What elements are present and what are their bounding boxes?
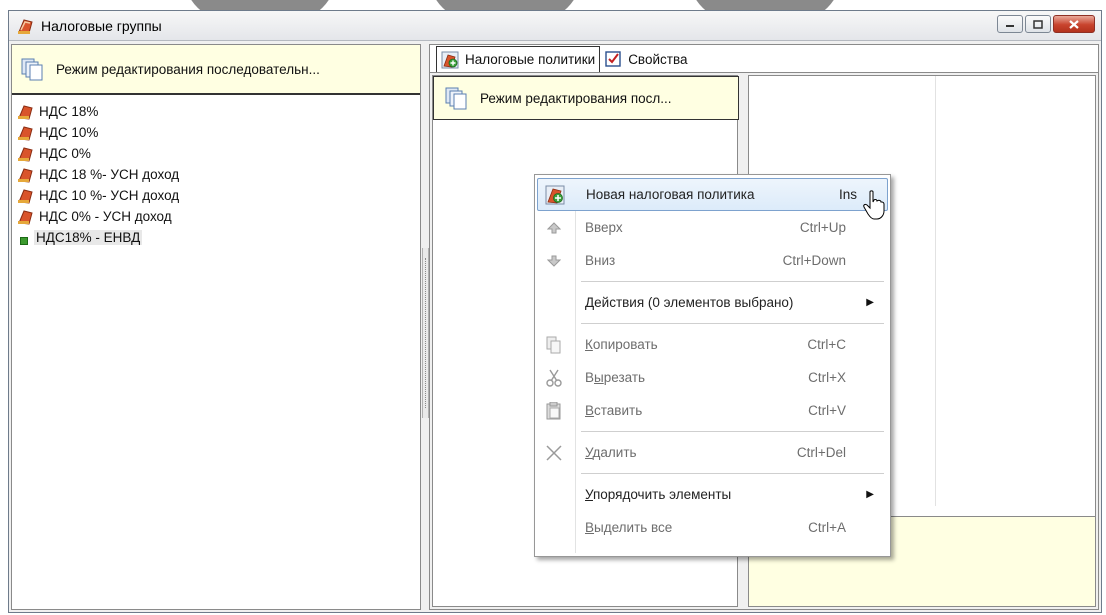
menu-item-actions[interactable]: Действия (0 элементов выбрано) ▶ [537, 286, 888, 319]
tree-item[interactable]: НДС 18% [18, 101, 420, 122]
groups-panel: Режим редактирования последовательн... Н… [11, 44, 421, 610]
sequence-edit-icon [445, 87, 467, 110]
menu-item-label: Вверх [585, 220, 623, 235]
tree-item-label: НДС 0% [39, 146, 91, 161]
submenu-arrow-icon: ▶ [866, 297, 874, 308]
menu-item-cut[interactable]: Вырезать Ctrl+X [537, 361, 888, 394]
menu-item-label: резать [603, 370, 646, 385]
tax-group-icon [18, 188, 33, 204]
tree-item-label: НДС18% - ЕНВД [34, 230, 143, 245]
menu-item-copy[interactable]: Копировать Ctrl+C [537, 328, 888, 361]
close-icon [1069, 19, 1079, 29]
menu-separator [581, 281, 884, 282]
menu-item-shortcut: Ctrl+Del [796, 445, 846, 460]
menu-item-accel: У [585, 445, 593, 460]
maximize-icon [1033, 19, 1043, 29]
menu-item-delete[interactable]: Удалить Ctrl+Del [537, 436, 888, 469]
menu-item-accel: В [585, 403, 595, 418]
menu-separator [581, 473, 884, 474]
tax-group-icon [18, 18, 33, 34]
tab-bar: Налоговые политики Свойства [429, 44, 1099, 72]
menu-item-shortcut: Ctrl+V [808, 403, 846, 418]
window-title: Налоговые группы [41, 17, 162, 34]
menu-item-move-up[interactable]: Вверх Ctrl+Up [537, 211, 888, 244]
context-menu: Новая налоговая политика Ins Вверх Ctrl+… [534, 174, 891, 557]
arrow-down-icon [547, 255, 561, 267]
copy-icon [546, 336, 561, 353]
menu-item-shortcut: Ctrl+Down [782, 253, 846, 268]
policies-edit-mode-header[interactable]: Режим редактирования посл... [433, 76, 739, 120]
submenu-arrow-icon: ▶ [866, 489, 874, 500]
menu-item-select-all[interactable]: Выделить все Ctrl+A [537, 511, 888, 544]
minimize-icon [1006, 25, 1014, 27]
edit-mode-header[interactable]: Режим редактирования последовательн... [12, 45, 420, 95]
menu-item-shortcut: Ctrl+Up [799, 220, 846, 235]
tree-item-label: НДС 18 %- УСН доход [39, 167, 180, 182]
sequence-edit-icon [21, 58, 43, 81]
menu-item-shortcut: Ctrl+X [808, 370, 846, 385]
arrow-up-icon [547, 221, 561, 233]
maximize-button[interactable] [1025, 15, 1051, 33]
menu-item-label: ставить [594, 403, 643, 418]
tax-group-icon [18, 104, 33, 120]
menu-separator [581, 431, 884, 432]
mouse-pointer-icon [863, 190, 885, 220]
menu-item-label: опировать [592, 337, 658, 352]
menu-item-sort-elements[interactable]: Упорядочить элементы ▶ [537, 478, 888, 511]
tree-item[interactable]: НДС 10% [18, 122, 420, 143]
menu-item-paste[interactable]: Вставить Ctrl+V [537, 394, 888, 427]
menu-item-label: ыделить все [594, 520, 673, 535]
tree-item-selected[interactable]: НДС18% - ЕНВД [18, 227, 420, 248]
tax-group-small-icon [20, 236, 28, 245]
menu-item-label-start: В [585, 370, 595, 385]
tree-item-label: НДС 10% [39, 125, 99, 140]
tab-properties[interactable]: Свойства [600, 46, 691, 72]
tree-item[interactable]: НДС 18 %- УСН доход [18, 164, 420, 185]
tax-group-icon [18, 209, 33, 225]
tree-item[interactable]: НДС 10 %- УСН доход [18, 185, 420, 206]
properties-icon [605, 51, 621, 67]
tax-group-icon [18, 167, 33, 183]
close-button[interactable] [1053, 15, 1095, 33]
tax-group-icon [18, 125, 33, 141]
menu-item-label: Действия (0 элементов выбрано) [585, 295, 794, 310]
menu-item-move-down[interactable]: Вниз Ctrl+Down [537, 244, 888, 277]
menu-separator [581, 323, 884, 324]
menu-item-label: порядочить элементы [592, 487, 732, 502]
paste-icon [546, 401, 561, 419]
panel-splitter[interactable] [422, 248, 429, 418]
edit-mode-header-label: Режим редактирования последовательн... [56, 61, 320, 77]
menu-item-accel: К [585, 337, 593, 352]
tree-item-label: НДС 18% [39, 104, 99, 119]
tree-item[interactable]: НДС 0% - УСН доход [18, 206, 420, 227]
menu-item-label: Вниз [585, 253, 616, 268]
tax-policy-icon [441, 51, 459, 68]
tree-item[interactable]: НДС 0% [18, 143, 420, 164]
menu-item-shortcut: Ctrl+A [808, 520, 846, 535]
menu-item-accel: В [585, 520, 595, 535]
menu-item-shortcut: Ctrl+C [807, 337, 846, 352]
cut-icon [546, 369, 562, 387]
tree-item-label: НДС 10 %- УСН доход [39, 188, 180, 203]
tab-label: Налоговые политики [465, 52, 596, 67]
menu-item-shortcut: Ins [838, 187, 857, 202]
tax-group-tree: НДС 18% НДС 10% НДС 0% НДС 18 %- УСН дох… [12, 95, 420, 248]
tree-item-label: НДС 0% - УСН доход [39, 209, 172, 224]
tab-tax-policies[interactable]: Налоговые политики [436, 46, 601, 72]
menu-item-accel: У [585, 487, 593, 502]
menu-item-new-tax-policy[interactable]: Новая налоговая политика Ins [537, 178, 888, 211]
new-policy-icon [545, 185, 565, 204]
minimize-button[interactable] [997, 15, 1023, 33]
menu-item-label: Новая налоговая политика [586, 187, 755, 202]
tab-label: Свойства [628, 51, 688, 67]
policies-header-label: Режим редактирования посл... [480, 90, 672, 106]
delete-icon [546, 444, 562, 461]
menu-item-label: далить [592, 445, 637, 460]
column-divider [935, 76, 936, 506]
menu-item-accel: ы [594, 370, 604, 385]
tax-group-icon [18, 146, 33, 162]
title-bar[interactable]: Налоговые группы [9, 11, 1101, 41]
